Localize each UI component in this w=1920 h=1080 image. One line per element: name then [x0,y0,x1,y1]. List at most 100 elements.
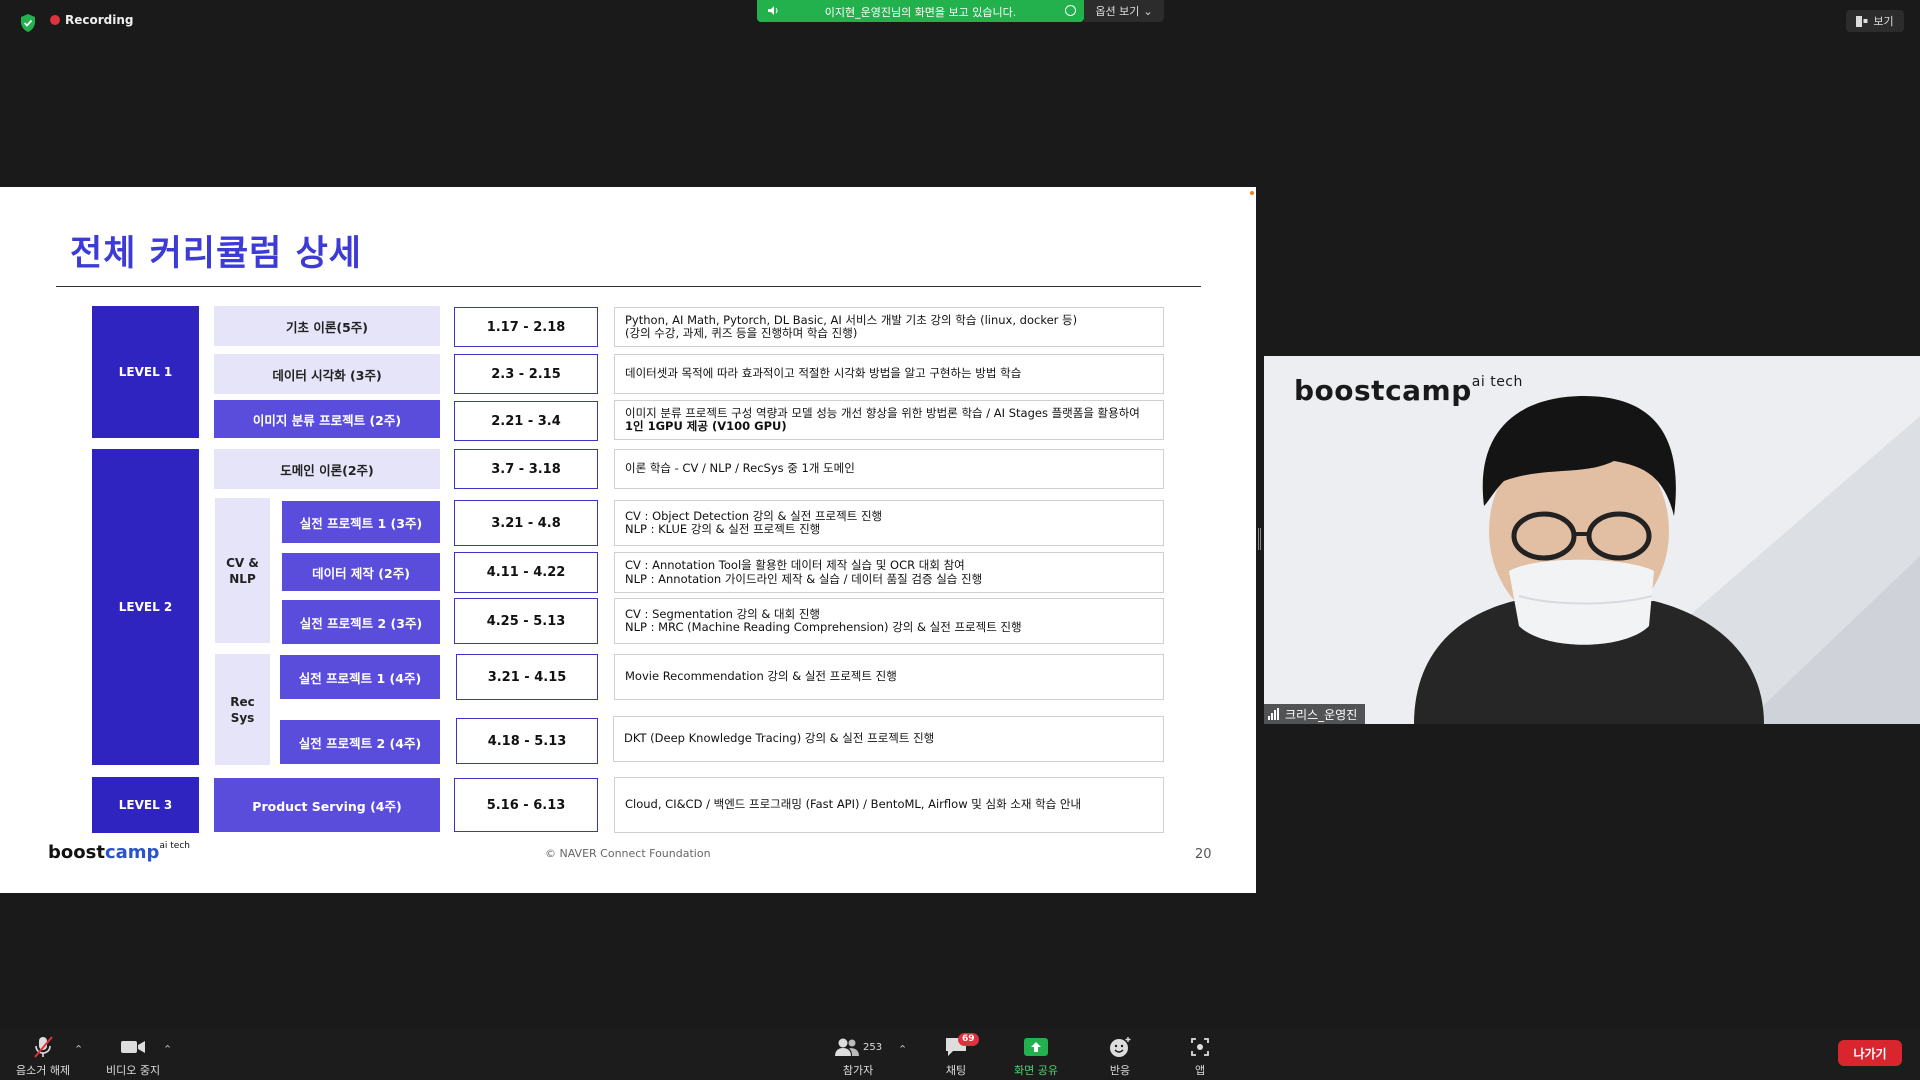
video-options-caret-icon[interactable]: ⌃ [163,1043,172,1056]
participant-video[interactable]: boostcampai tech 크리스_운영진 [1264,356,1920,724]
topic-cv-nlp-project-1: 실전 프로젝트 1 (3주) [282,501,440,543]
audio-options-caret-icon[interactable]: ⌃ [74,1043,83,1056]
unmute-label: 음소거 해제 [16,1064,71,1077]
desc-row-5-line-2: NLP : KLUE 강의 & 실전 프로젝트 진행 [625,522,821,536]
level-3-block: LEVEL 3 [92,777,199,833]
desc-row-8: Movie Recommendation 강의 & 실전 프로젝트 진행 [614,654,1164,700]
level-2-block: LEVEL 2 [92,449,199,765]
reactions-label: 반응 [1109,1064,1131,1077]
date-row-6: 4.11 - 4.22 [454,552,598,593]
apps-label: 앱 [1194,1064,1206,1077]
copyright-text: © NAVER Connect Foundation [545,847,711,860]
boostcamp-logo: boostcampai tech [48,841,190,863]
level-1-block: LEVEL 1 [92,306,199,438]
view-button[interactable]: 보기 [1846,10,1904,32]
desc-row-4-line-1: 이론 학습 - CV / NLP / RecSys 중 1개 도메인 [625,461,855,476]
date-row-2: 2.3 - 2.15 [454,354,598,394]
participants-count: 253 [863,1041,883,1053]
date-row-4: 3.7 - 3.18 [454,449,598,489]
recording-dot-icon [50,15,60,25]
logo-camp: camp [104,842,160,863]
panel-resize-handle[interactable] [1258,528,1261,550]
chat-label: 채팅 [945,1064,967,1077]
shared-slide: 전체 커리큘럼 상세 LEVEL 1 LEVEL 2 LEVEL 3 CV & … [0,187,1256,893]
desc-row-2: 데이터셋과 목적에 따라 효과적이고 적절한 시각화 방법을 알고 구현하는 방… [614,354,1164,394]
desc-row-10: Cloud, CI&CD / 백엔드 프로그래밍 (Fast API) / Be… [614,777,1164,833]
topic-data-visualization: 데이터 시각화 (3주) [214,354,440,394]
desc-row-2-line-1: 데이터셋과 목적에 따라 효과적이고 적절한 시각화 방법을 알고 구현하는 방… [625,366,1022,381]
desc-row-7: CV : Segmentation 강의 & 대회 진행 NLP : MRC (… [614,598,1164,644]
date-row-10: 5.16 - 6.13 [454,778,598,832]
participant-name-tag: 크리스_운영진 [1264,704,1366,724]
date-row-3: 2.21 - 3.4 [454,401,598,441]
desc-row-6: CV : Annotation Tool을 활용한 데이터 제작 실습 및 OC… [614,552,1164,593]
logo-boost: boost [48,842,105,863]
topic-basic-theory: 기초 이론(5주) [214,306,440,346]
webcam-logo-text: boostcamp [1294,374,1472,407]
desc-row-5-line-1: CV : Object Detection 강의 & 실전 프로젝트 진행 [625,508,883,523]
share-banner-text: 이지현_운영진님의 화면을 보고 있습니다. [824,6,1017,19]
connection-signal-icon [1268,708,1279,720]
topic-data-creation: 데이터 제작 (2주) [282,553,440,591]
view-options-label: 옵션 보기 [1095,5,1140,18]
participants-button[interactable]: 253 참가자 [834,1035,882,1078]
participant-name: 크리스_운영진 [1285,707,1358,722]
desc-row-3-line-2: 1인 1GPU 제공 (V100 GPU) [625,419,787,433]
desc-row-6-line-2: NLP : Annotation 가이드라인 제작 & 실습 / 데이터 품질 … [625,571,983,586]
stop-viewing-icon[interactable] [1065,5,1076,16]
view-layout-icon [1856,15,1868,27]
desc-row-1: Python, AI Math, Pytorch, DL Basic, AI 서… [614,307,1164,347]
chevron-down-icon: ⌄ [1143,4,1153,18]
view-button-label: 보기 [1873,15,1894,28]
participants-icon [835,1038,859,1056]
desc-row-3: 이미지 분류 프로젝트 구성 역량과 모델 성능 개선 향상을 위한 방법론 학… [614,400,1164,440]
leave-meeting-button[interactable]: 나가기 [1838,1040,1902,1066]
screen-share-banner: 이지현_운영진님의 화면을 보고 있습니다. [757,0,1084,22]
desc-row-1-line-1: Python, AI Math, Pytorch, DL Basic, AI 서… [625,312,1078,327]
slide-corner-marker [1250,191,1254,195]
desc-row-10-line-1: Cloud, CI&CD / 백엔드 프로그래밍 (Fast API) / Be… [625,797,1082,812]
recording-indicator[interactable]: Recording [50,13,134,27]
webcam-logo-sup: ai tech [1471,374,1523,390]
desc-row-3-line-1: 이미지 분류 프로젝트 구성 역량과 모델 성능 개선 향상을 위한 방법론 학… [625,405,1140,420]
webcam-boostcamp-logo: boostcampai tech [1294,374,1523,407]
share-screen-button[interactable]: 화면 공유 [1014,1035,1058,1078]
desc-row-8-line-1: Movie Recommendation 강의 & 실전 프로젝트 진행 [625,669,897,684]
recording-label: Recording [65,13,134,27]
topic-image-classification: 이미지 분류 프로젝트 (2주) [214,400,440,438]
meeting-toolbar: 음소거 해제 ⌃ 비디오 중지 ⌃ 253 참가자 ⌃ 69 채팅 화면 공유 … [0,1027,1920,1080]
page-number: 20 [1195,847,1212,862]
chat-button[interactable]: 69 채팅 [944,1033,979,1078]
topic-recsys-project-2: 실전 프로젝트 2 (4주) [280,720,440,764]
desc-row-6-line-1: CV : Annotation Tool을 활용한 데이터 제작 실습 및 OC… [625,558,965,572]
chat-unread-badge: 69 [958,1033,979,1046]
unmute-button[interactable]: 음소거 해제 [16,1035,70,1078]
video-background [1414,396,1920,724]
participants-label: 참가자 [842,1064,874,1077]
desc-row-4: 이론 학습 - CV / NLP / RecSys 중 1개 도메인 [614,449,1164,489]
desc-row-7-line-2: NLP : MRC (Machine Reading Comprehension… [625,620,1022,634]
share-screen-icon [1023,1038,1048,1056]
group-recsys: Rec Sys [215,654,270,765]
date-row-7: 4.25 - 5.13 [454,598,598,644]
microphone-muted-icon [34,1036,53,1058]
date-row-9: 4.18 - 5.13 [456,718,598,764]
stop-video-button[interactable]: 비디오 중지 [106,1035,160,1078]
participants-options-caret-icon[interactable]: ⌃ [898,1043,907,1056]
stop-video-label: 비디오 중지 [106,1064,161,1077]
desc-row-9: DKT (Deep Knowledge Tracing) 강의 & 실전 프로젝… [613,716,1164,762]
video-camera-icon [121,1041,146,1053]
topic-domain-theory: 도메인 이론(2주) [214,449,440,489]
apps-button[interactable]: 앱 [1190,1035,1210,1078]
topic-recsys-project-1: 실전 프로젝트 1 (4주) [280,655,440,699]
topic-cv-nlp-project-2: 실전 프로젝트 2 (3주) [282,600,440,644]
desc-row-5: CV : Object Detection 강의 & 실전 프로젝트 진행 NL… [614,500,1164,546]
view-options-button[interactable]: 옵션 보기 ⌄ [1084,0,1164,22]
reactions-button[interactable]: 반응 [1108,1035,1132,1078]
security-shield-icon[interactable] [20,14,36,32]
title-divider [56,286,1201,287]
logo-sup: ai tech [159,841,191,851]
apps-icon [1191,1038,1209,1056]
smiley-reaction-icon [1110,1037,1131,1057]
share-screen-label: 화면 공유 [1014,1064,1058,1077]
